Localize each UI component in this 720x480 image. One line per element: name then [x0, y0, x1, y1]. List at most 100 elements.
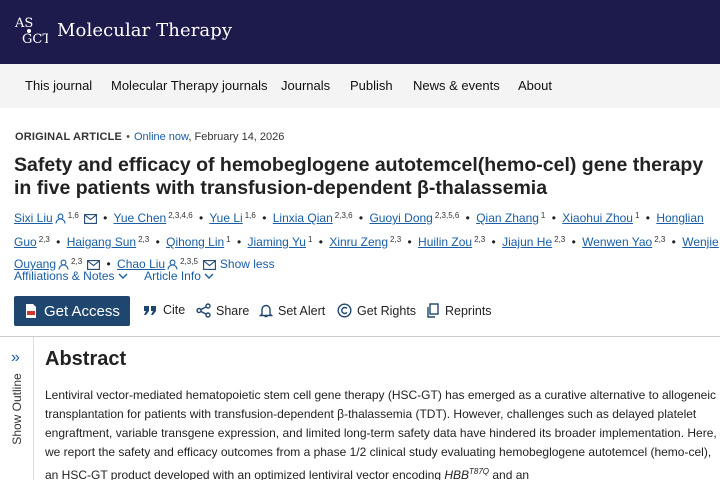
- share-button[interactable]: Share: [196, 303, 249, 318]
- abstract-text-part2: and an: [489, 468, 530, 480]
- show-outline-toggle[interactable]: Show Outline: [3, 372, 31, 462]
- reprints-icon: [427, 303, 439, 318]
- article-type: ORIGINAL ARTICLE: [15, 131, 123, 143]
- affiliation-superscript: 2,3,4,6: [168, 211, 193, 220]
- mail-icon[interactable]: [83, 211, 97, 230]
- author-item: Xiaohui Zhou 1: [562, 211, 639, 225]
- set-alert-button[interactable]: Set Alert: [258, 303, 326, 318]
- show-less-link[interactable]: Show less: [220, 257, 275, 271]
- cite-label: Cite: [163, 303, 186, 317]
- author-name-link[interactable]: Yue Li: [209, 211, 242, 225]
- author-item: Xinru Zeng 2,3: [329, 235, 401, 249]
- copyright-icon: [337, 303, 352, 318]
- author-name-link[interactable]: Xiaohui Zhou: [562, 211, 633, 225]
- affiliation-superscript: 1: [226, 235, 231, 244]
- article-title: Safety and efficacy of hemobeglogene aut…: [14, 154, 704, 199]
- author-item: Huilin Zou 2,3: [418, 235, 485, 249]
- nav-journals[interactable]: Journals: [281, 78, 330, 93]
- author-item: Qihong Lin 1: [166, 235, 231, 249]
- author-item: Linxia Qian 2,3,6: [273, 211, 353, 225]
- publication-date: , February 14, 2026: [188, 131, 285, 143]
- author-separator: •: [645, 211, 650, 225]
- author-separator: •: [571, 235, 576, 249]
- meta-separator: •: [126, 131, 130, 143]
- reprints-label: Reprints: [445, 304, 492, 318]
- author-name-link[interactable]: Wenwen Yao: [582, 235, 652, 249]
- author-item: Yue Chen 2,3,4,6: [113, 211, 192, 225]
- author-separator: •: [551, 211, 556, 225]
- set-alert-label: Set Alert: [278, 304, 326, 318]
- author-separator: •: [155, 235, 160, 249]
- person-icon[interactable]: [55, 211, 66, 230]
- affiliations-toggle[interactable]: Affiliations & Notes: [14, 269, 128, 283]
- get-access-button[interactable]: Get Access: [14, 296, 130, 326]
- author-separator: •: [236, 235, 242, 249]
- author-list: Sixi Liu 1,6 • Yue Chen 2,3,4,6 • Yue Li 1,…: [14, 206, 720, 276]
- author-separator: •: [318, 235, 323, 249]
- author-item: Yue Li 1,6: [209, 211, 256, 225]
- author-name-link[interactable]: Guoyi Dong: [369, 211, 432, 225]
- nav-this-journal[interactable]: This journal: [25, 78, 92, 93]
- affiliation-superscript: 2,3,5,6: [434, 211, 460, 220]
- affiliation-superscript: 1: [634, 211, 640, 220]
- author-name-link[interactable]: Jiaming Yu: [248, 235, 306, 249]
- author-name-link[interactable]: Sixi Liu: [14, 211, 53, 225]
- reprints-button[interactable]: Reprints: [426, 303, 492, 318]
- affiliation-superscript: 2,3: [38, 235, 50, 244]
- cite-button[interactable]: Cite: [143, 303, 185, 317]
- author-item: Haigang Sun 2,3: [67, 235, 150, 249]
- author-separator: •: [465, 211, 470, 225]
- get-rights-button[interactable]: Get Rights: [337, 303, 416, 318]
- affiliation-superscript: 1: [307, 235, 313, 244]
- gene-name: HBB: [444, 468, 470, 480]
- author-name-link[interactable]: Haigang Sun: [67, 235, 136, 249]
- site-header: AS GCT Molecular Therapy: [0, 0, 720, 64]
- author-item: Jiaming Yu 1: [248, 235, 313, 249]
- share-icon: [196, 303, 211, 318]
- nav-publish[interactable]: Publish: [350, 78, 393, 93]
- nav-mt-journals[interactable]: Molecular Therapy journals: [111, 78, 268, 93]
- author-item: Sixi Liu 1,6: [14, 211, 97, 225]
- article-info-label: Article Info: [144, 269, 201, 283]
- bell-icon: [258, 304, 274, 318]
- asgct-logo[interactable]: AS GCT: [14, 13, 51, 51]
- author-separator: •: [103, 211, 108, 225]
- article-details-row: Affiliations & Notes Article Info: [14, 269, 228, 283]
- author-separator: •: [407, 235, 412, 249]
- nav-about[interactable]: About: [518, 78, 552, 93]
- author-item: Qian Zhang 1: [476, 211, 545, 225]
- get-access-label: Get Access: [44, 303, 120, 320]
- nav-news-events[interactable]: News & events: [413, 78, 500, 93]
- get-rights-label: Get Rights: [357, 304, 417, 318]
- abstract-text: Lentiviral vector-mediated hematopoietic…: [45, 386, 719, 480]
- online-now-link[interactable]: Online now: [134, 131, 188, 143]
- affiliations-label: Affiliations & Notes: [14, 269, 115, 283]
- author-name-link[interactable]: Qihong Lin: [166, 235, 224, 249]
- affiliation-superscript: 1,6: [67, 211, 79, 220]
- author-separator: •: [671, 235, 676, 249]
- author-separator: •: [491, 235, 496, 249]
- author-separator: •: [262, 211, 267, 225]
- main-nav: This journal Molecular Therapy journals …: [0, 64, 720, 108]
- author-name-link[interactable]: Yue Chen: [113, 211, 166, 225]
- author-name-link[interactable]: Qian Zhang: [476, 211, 539, 225]
- affiliation-superscript: 2,3,6: [334, 211, 353, 220]
- author-name-link[interactable]: Jiajun He: [502, 235, 552, 249]
- svg-text:GCT: GCT: [22, 32, 48, 47]
- article-meta: ORIGINAL ARTICLE • Online now, February 14…: [15, 131, 284, 143]
- author-name-link[interactable]: Linxia Qian: [273, 211, 333, 225]
- pdf-icon: [26, 304, 36, 318]
- affiliation-superscript: 2,3: [474, 235, 486, 244]
- affiliation-superscript: 2,3: [554, 235, 566, 244]
- affiliation-superscript: 1: [540, 211, 546, 220]
- abstract-text-part1: Lentiviral vector-mediated hematopoietic…: [45, 388, 717, 480]
- share-label: Share: [216, 304, 250, 318]
- author-separator: •: [56, 235, 61, 249]
- show-outline-label: Show Outline: [10, 373, 24, 445]
- journal-brand[interactable]: Molecular Therapy: [57, 20, 232, 41]
- author-name-link[interactable]: Huilin Zou: [418, 235, 472, 249]
- article-info-toggle[interactable]: Article Info: [144, 269, 214, 283]
- author-name-link[interactable]: Xinru Zeng: [329, 235, 388, 249]
- svg-text:AS: AS: [14, 16, 33, 31]
- author-separator: •: [199, 211, 204, 225]
